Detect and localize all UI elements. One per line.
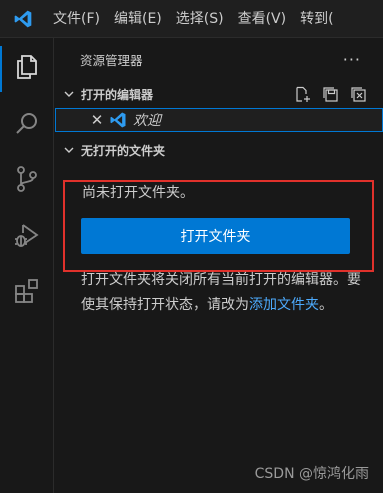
vscode-logo-icon [0,0,46,38]
chevron-down-icon [61,86,77,102]
sidebar-header: 资源管理器 ··· [55,38,383,80]
open-editors-actions [293,80,367,108]
menu-selection[interactable]: 选择(S) [169,0,231,38]
editor-label: 欢迎 [133,113,161,129]
watermark: CSDN @惊鸿化雨 [254,466,369,482]
more-actions-icon[interactable]: ··· [343,50,361,69]
menu-edit[interactable]: 编辑(E) [107,0,169,38]
run-debug-icon [13,221,41,253]
new-untitled-file-icon[interactable] [293,85,311,103]
save-all-icon[interactable] [321,85,339,103]
menu-go[interactable]: 转到( [293,0,340,38]
vscode-file-icon [109,111,127,129]
open-editor-item-welcome[interactable]: ✕ 欢迎 [55,108,383,132]
files-icon [14,53,40,85]
no-folder-title: 无打开的文件夹 [81,143,166,158]
activity-bar [0,38,54,493]
add-folder-link[interactable]: 添加文件夹 [249,297,319,313]
source-control-icon [14,165,40,197]
open-editors-header[interactable]: 打开的编辑器 [55,80,383,108]
description-suffix: 。 [319,297,333,313]
no-folder-message: 尚未打开文件夹。 [82,185,194,201]
search-activity[interactable] [0,98,54,152]
chevron-down-icon [61,142,77,158]
menu-bar: 文件(F) 编辑(E) 选择(S) 查看(V) 转到( [0,0,383,38]
menu-view[interactable]: 查看(V) [231,0,294,38]
run-debug-activity[interactable] [0,210,54,264]
open-folder-button[interactable]: 打开文件夹 [81,218,350,254]
extensions-activity[interactable] [0,266,54,320]
explorer-activity[interactable] [0,42,54,96]
vscode-window: 文件(F) 编辑(E) 选择(S) 查看(V) 转到(资源管理器 ··· 打开… [0,0,383,493]
source-control-activity[interactable] [0,154,54,208]
close-all-editors-icon[interactable] [349,85,367,103]
extensions-icon [13,277,41,309]
search-icon [14,110,40,140]
no-folder-header[interactable]: 无打开的文件夹 [55,136,383,164]
menu-file[interactable]: 文件(F) [46,0,107,38]
no-folder-description: 打开文件夹将关闭所有当前打开的编辑器。要使其保持打开状态，请改为添加文件夹。 [81,268,371,318]
close-icon[interactable]: ✕ [89,111,105,129]
open-editors-title: 打开的编辑器 [81,87,154,102]
sidebar-title: 资源管理器 [80,52,143,68]
